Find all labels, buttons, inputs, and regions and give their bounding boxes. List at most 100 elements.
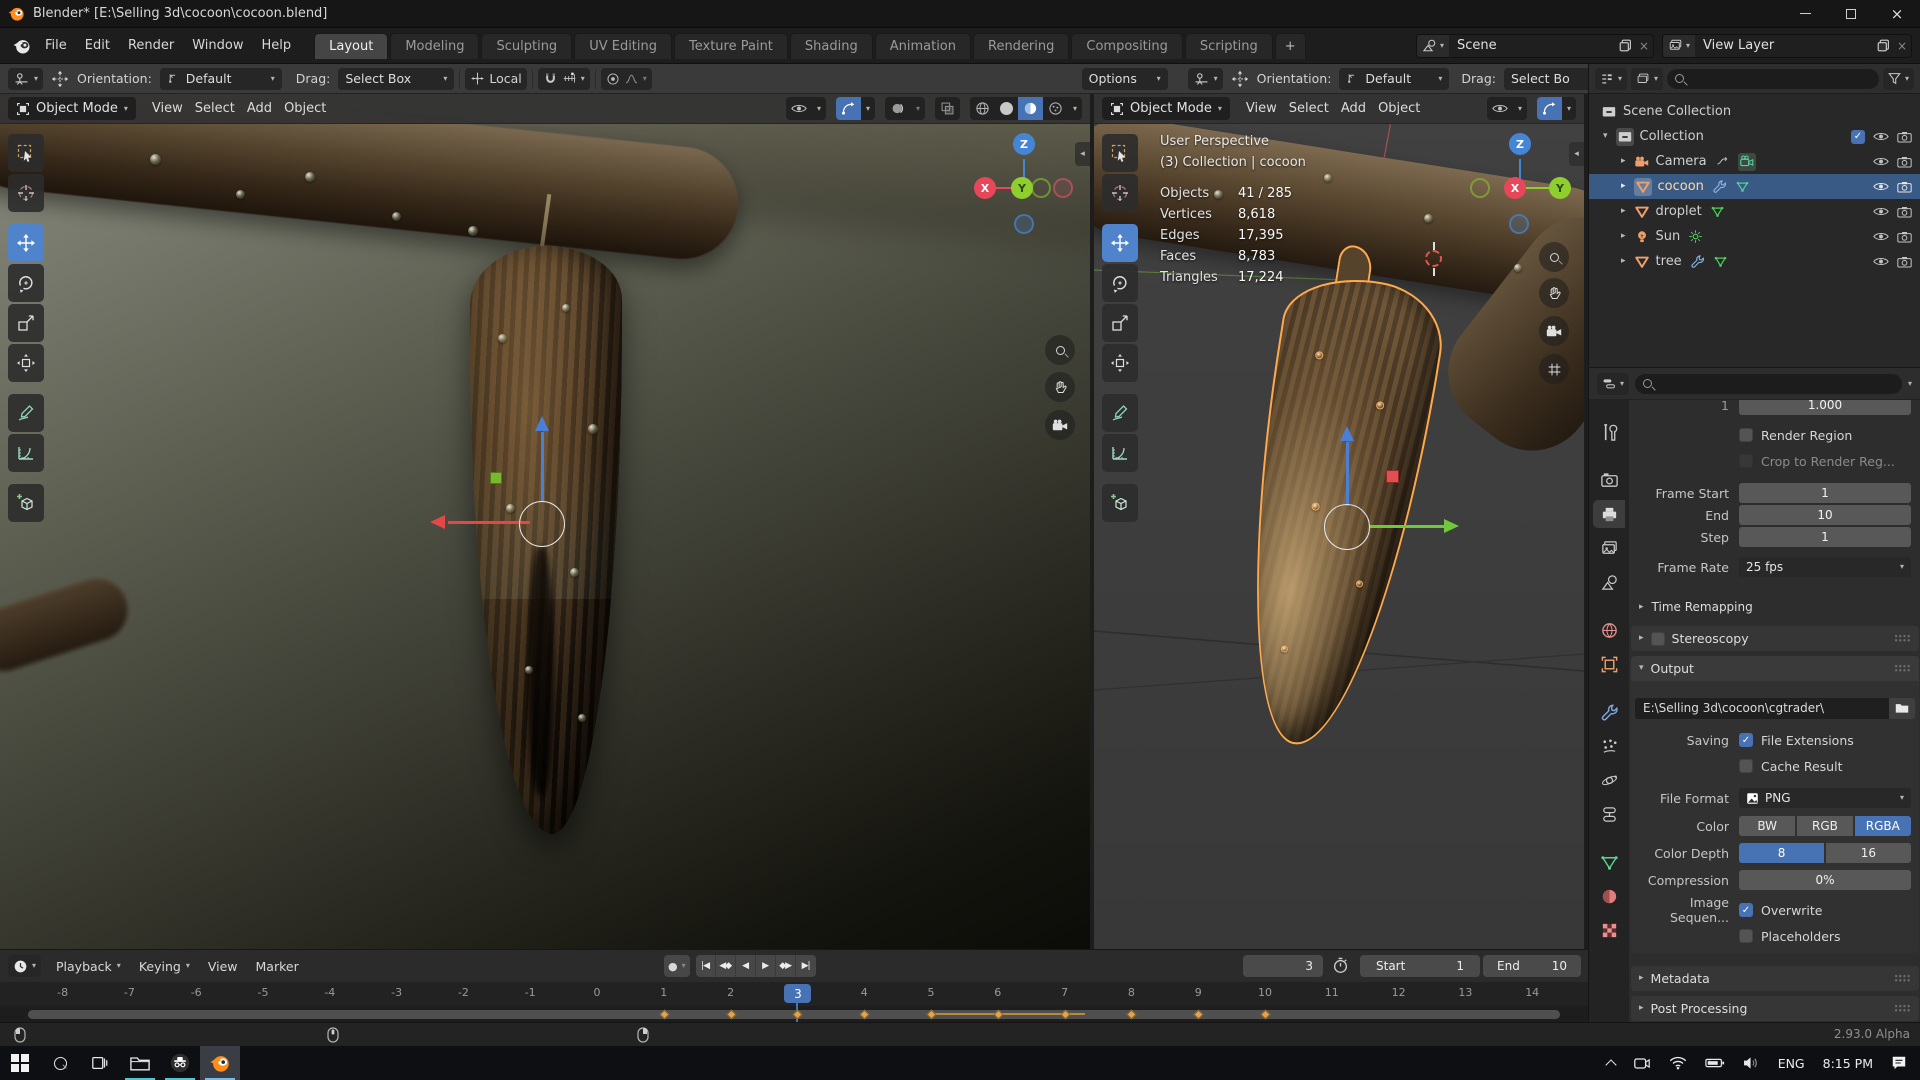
- placeholders-checkbox[interactable]: [1739, 929, 1753, 943]
- play-reverse-button[interactable]: ◀: [736, 955, 756, 977]
- tool-transform-button[interactable]: [1102, 344, 1138, 382]
- blender-taskbar-button[interactable]: [200, 1046, 240, 1080]
- output-path-field[interactable]: E:\Selling 3d\cocoon\cgtrader\: [1635, 697, 1889, 719]
- shading-caret[interactable]: ▾: [1068, 97, 1082, 120]
- properties-tab-constraints[interactable]: [1593, 800, 1625, 828]
- expand-icon[interactable]: ▾: [1603, 132, 1608, 141]
- axis-x[interactable]: X: [974, 177, 996, 199]
- tool-transform-button[interactable]: [8, 344, 44, 382]
- object-name[interactable]: tree: [1656, 254, 1682, 269]
- shading-wireframe-button[interactable]: [970, 97, 995, 120]
- properties-tab-render[interactable]: [1593, 466, 1625, 494]
- tool-select-box-button[interactable]: [1102, 134, 1138, 172]
- visibility-eye-icon[interactable]: [786, 97, 812, 120]
- active-tool-button-2[interactable]: ▾: [1187, 67, 1223, 90]
- timeline-menu-view[interactable]: View: [199, 956, 247, 977]
- output-panel-header[interactable]: ▾ Output: [1631, 656, 1919, 681]
- axis-y-2[interactable]: Y: [1549, 177, 1571, 199]
- object-visibility-dropdown[interactable]: ▾: [785, 97, 826, 120]
- task-view-button[interactable]: [80, 1046, 120, 1080]
- tab-layout[interactable]: Layout: [314, 32, 389, 59]
- post-processing-panel-header[interactable]: ▸ Post Processing: [1631, 996, 1919, 1021]
- clock[interactable]: 8:15 PM: [1816, 1046, 1880, 1080]
- tab-compositing[interactable]: Compositing: [1071, 32, 1183, 59]
- file-format-dropdown[interactable]: PNG ▾: [1739, 788, 1911, 808]
- jump-to-start-button[interactable]: |◀: [696, 955, 716, 977]
- drag-dropdown-2[interactable]: Select Bo: [1504, 67, 1588, 90]
- panel-grip[interactable]: [1894, 664, 1911, 673]
- viewport-menu-object[interactable]: Object: [1372, 99, 1426, 118]
- tool-rotate-button[interactable]: [1102, 264, 1138, 302]
- blender-menu-icon[interactable]: [12, 36, 32, 56]
- timeline-menu-keying[interactable]: Keying ▾: [130, 956, 199, 977]
- shading-mode-group[interactable]: ▾: [969, 97, 1082, 120]
- tool-move-button[interactable]: [1102, 224, 1138, 262]
- pan-button[interactable]: [1045, 372, 1075, 402]
- depth-8-button[interactable]: 8: [1739, 843, 1825, 863]
- gizmos-toggle-group-2[interactable]: ▾: [1536, 97, 1576, 120]
- tab-sculpting[interactable]: Sculpting: [481, 32, 573, 59]
- color-rgba-button[interactable]: RGBA: [1854, 816, 1911, 836]
- properties-tab-data[interactable]: [1593, 848, 1625, 876]
- metadata-expand[interactable]: ▸: [1639, 974, 1644, 983]
- object-name[interactable]: Camera: [1656, 154, 1707, 169]
- action-center-button[interactable]: [1884, 1046, 1914, 1080]
- time-remapping-label[interactable]: Time Remapping: [1652, 600, 1753, 614]
- frame-step-field[interactable]: 1: [1739, 527, 1911, 547]
- menu-render[interactable]: Render: [119, 35, 183, 56]
- hide-eye-icon[interactable]: [1873, 181, 1889, 192]
- file-explorer-button[interactable]: [120, 1046, 160, 1080]
- gizmo2-x-handle[interactable]: [1386, 470, 1399, 483]
- meet-now-button[interactable]: [1626, 1046, 1658, 1080]
- scene-collection-label[interactable]: Scene Collection: [1623, 104, 1731, 119]
- tool-annotate-button[interactable]: [8, 394, 44, 432]
- tool-cursor-button[interactable]: [8, 174, 44, 212]
- shading-rendered-button[interactable]: [1043, 97, 1068, 120]
- viewport-menu-add[interactable]: Add: [241, 99, 278, 118]
- frame-rate-dropdown[interactable]: 25 fps ▾: [1739, 557, 1911, 577]
- scene-icon[interactable]: ▾: [1417, 34, 1450, 57]
- tool-measure-button[interactable]: [1102, 434, 1138, 472]
- start-button[interactable]: [0, 1046, 40, 1080]
- gizmos-caret[interactable]: ▾: [861, 97, 875, 120]
- jump-to-end-button[interactable]: ▶|: [796, 955, 816, 977]
- menu-window[interactable]: Window: [183, 35, 252, 56]
- tab-rendering[interactable]: Rendering: [973, 32, 1070, 59]
- hide-eye-icon[interactable]: [1873, 156, 1889, 167]
- viewport-menu-view[interactable]: View: [146, 99, 189, 118]
- collection-label[interactable]: Collection: [1640, 129, 1704, 144]
- post-processing-expand[interactable]: ▸: [1639, 1004, 1644, 1013]
- hide-eye-icon[interactable]: [1873, 206, 1889, 217]
- navigation-gizmo-2[interactable]: Z X Y: [1462, 128, 1572, 238]
- open-folder-button[interactable]: [1889, 697, 1915, 719]
- play-button[interactable]: ▶: [756, 955, 776, 977]
- axis-z[interactable]: Z: [1013, 133, 1035, 155]
- viewport-menu-object[interactable]: Object: [278, 99, 332, 118]
- camera-view-button-2[interactable]: [1539, 316, 1569, 346]
- current-frame-field[interactable]: 3: [1243, 955, 1323, 977]
- gizmo-y-handle[interactable]: [490, 472, 502, 484]
- minimize-button[interactable]: [1782, 0, 1828, 28]
- gizmo2-z-arrow[interactable]: [1340, 426, 1354, 441]
- stopwatch-icon[interactable]: [1332, 957, 1349, 974]
- disable-render-camera-icon[interactable]: [1897, 206, 1912, 218]
- tab-scripting[interactable]: Scripting: [1184, 32, 1273, 59]
- hide-eye-icon[interactable]: [1873, 256, 1889, 267]
- outliner-row-tree[interactable]: ▸ tree: [1589, 249, 1920, 274]
- display-mode-dropdown[interactable]: ▾: [1631, 67, 1664, 90]
- properties-tab-physics[interactable]: [1593, 766, 1625, 794]
- expand-icon[interactable]: ▸: [1621, 207, 1626, 216]
- gizmo-x-arrow[interactable]: [430, 515, 445, 529]
- disable-render-camera-icon[interactable]: [1897, 131, 1912, 143]
- zoom-button[interactable]: [1045, 335, 1075, 365]
- tool-add-cube-button[interactable]: [1102, 484, 1138, 522]
- zoom-button-2[interactable]: [1539, 242, 1569, 272]
- scene-name[interactable]: Scene: [1449, 38, 1615, 53]
- language-indicator[interactable]: ENG: [1771, 1046, 1812, 1080]
- outliner-row-camera[interactable]: ▸ Camera: [1589, 149, 1920, 174]
- tool-select-box-button[interactable]: [8, 134, 44, 172]
- menu-help[interactable]: Help: [253, 35, 301, 56]
- color-rgb-button[interactable]: RGB: [1796, 816, 1854, 836]
- compression-slider[interactable]: 0%: [1739, 870, 1911, 890]
- tool-scale-button[interactable]: [1102, 304, 1138, 342]
